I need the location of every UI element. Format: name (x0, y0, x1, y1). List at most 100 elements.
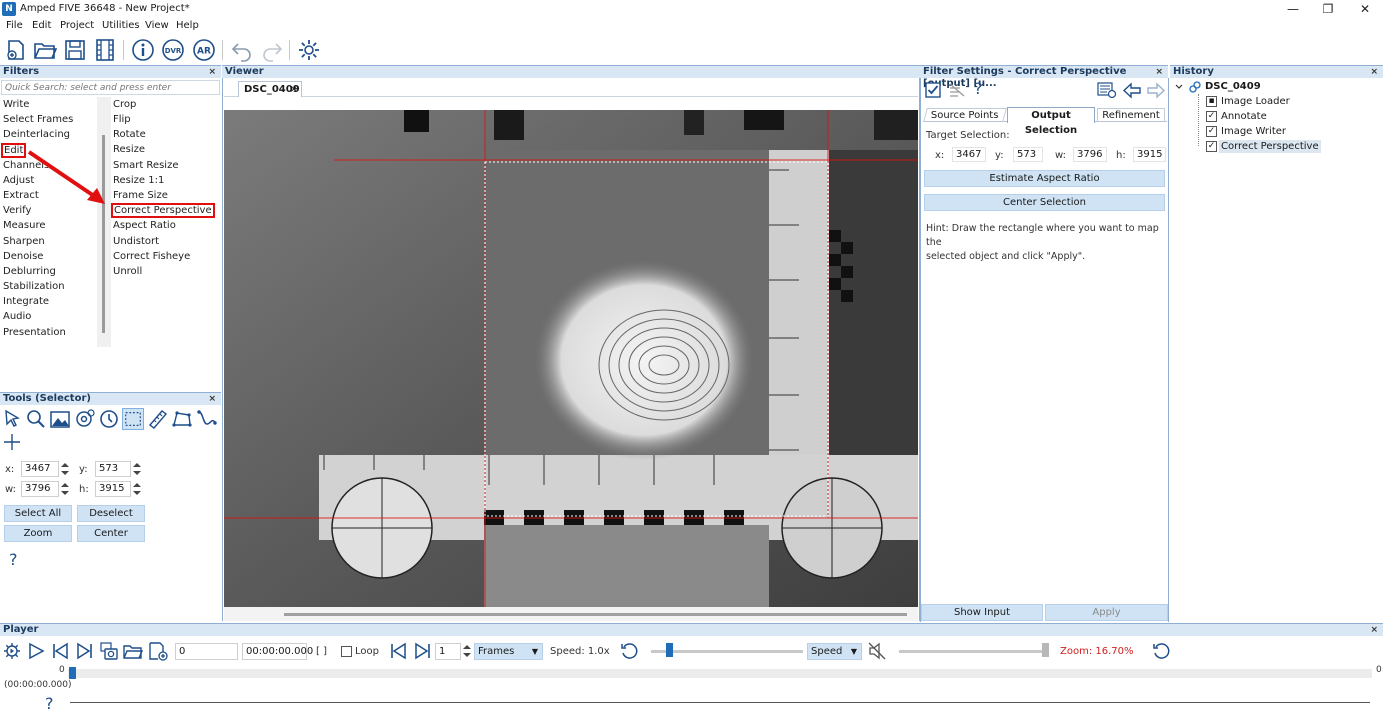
save-icon[interactable] (63, 38, 87, 62)
clock-icon[interactable] (98, 408, 120, 430)
apply-button[interactable]: Apply (1045, 604, 1168, 621)
ar-icon[interactable]: AR (192, 38, 216, 62)
zoom-button[interactable]: Zoom (4, 525, 72, 542)
menu-help[interactable]: Help (176, 20, 199, 31)
tab-output-selection[interactable]: Output Selection (1007, 107, 1095, 136)
fs-h-field[interactable]: 3915 (1133, 147, 1166, 162)
frames-select[interactable]: Frames ▼ (474, 643, 543, 660)
mark-brackets[interactable]: [ ] (316, 646, 327, 657)
history-item-annotate[interactable]: Annotate (1221, 111, 1267, 122)
frame-number-field[interactable]: 0 (175, 643, 238, 660)
player-close-icon[interactable]: × (1370, 624, 1378, 636)
category-integrate[interactable]: Integrate (3, 296, 49, 307)
tools-h-field[interactable]: 3915 (95, 481, 131, 497)
mute-icon[interactable] (867, 641, 887, 661)
filter-correct-perspective[interactable]: Correct Perspective (111, 203, 215, 218)
fs-y-field[interactable]: 573 (1013, 147, 1043, 162)
viewer-hscrollbar[interactable] (224, 607, 918, 621)
category-select-frames[interactable]: Select Frames (3, 114, 73, 125)
category-denoise[interactable]: Denoise (3, 251, 43, 262)
list-settings-icon[interactable] (1097, 82, 1117, 99)
filter-settings-help-icon[interactable]: ? (974, 79, 983, 98)
viewer-hscroll-thumb[interactable] (284, 613, 907, 616)
deselect-button[interactable]: Deselect (77, 505, 145, 522)
tools-help-icon[interactable]: ? (9, 550, 18, 569)
history-close-icon[interactable]: × (1370, 66, 1378, 78)
center-selection-button[interactable]: Center Selection (924, 194, 1165, 211)
category-write[interactable]: Write (3, 99, 29, 110)
viewer-tab-dsc0409[interactable]: DSC_0409 × (238, 81, 302, 97)
filter-aspect-ratio[interactable]: Aspect Ratio (113, 220, 176, 231)
tools-x-spinner-icon[interactable] (59, 461, 71, 477)
tab-source-points[interactable]: Source Points (923, 108, 1007, 122)
tools-h-spinner-icon[interactable] (131, 481, 143, 497)
curve-icon[interactable] (196, 408, 218, 430)
first-frame-icon[interactable] (50, 641, 70, 661)
step-size-field[interactable]: 1 (435, 643, 461, 660)
tools-close-icon[interactable]: × (208, 393, 216, 405)
history-item-image-writer[interactable]: Image Writer (1221, 126, 1286, 137)
arrow-right-icon[interactable] (1146, 82, 1166, 99)
categories-scrollbar[interactable] (97, 97, 111, 347)
filter-resize[interactable]: Resize (113, 144, 145, 155)
category-stabilization[interactable]: Stabilization (3, 281, 65, 292)
category-sharpen[interactable]: Sharpen (3, 236, 45, 247)
viewer-image[interactable] (224, 110, 918, 607)
category-measure[interactable]: Measure (3, 220, 46, 231)
zoom-icon[interactable] (25, 408, 47, 430)
speed-select[interactable]: Speed ▼ (807, 643, 862, 660)
estimate-aspect-ratio-button[interactable]: Estimate Aspect Ratio (924, 170, 1165, 187)
filter-undistort[interactable]: Undistort (113, 236, 159, 247)
time-field[interactable]: 00:00:00.000 (242, 643, 313, 660)
category-audio[interactable]: Audio (3, 311, 31, 322)
ruler-icon[interactable] (147, 408, 169, 430)
step-back-icon[interactable] (388, 641, 408, 661)
loop-checkbox[interactable] (341, 646, 352, 657)
category-deinterlacing[interactable]: Deinterlacing (3, 129, 70, 140)
film-icon[interactable] (93, 38, 117, 62)
history-item-image-loader[interactable]: Image Loader (1221, 96, 1290, 107)
polygon-icon[interactable] (171, 408, 193, 430)
speed-slider-track[interactable] (651, 650, 803, 653)
tab-refinement[interactable]: Refinement (1097, 108, 1165, 122)
settings-icon[interactable] (297, 38, 321, 62)
timeline-thumb[interactable] (69, 667, 76, 679)
undo-icon[interactable] (230, 38, 254, 62)
disable-filter-icon[interactable] (948, 82, 966, 98)
image-icon[interactable] (49, 408, 71, 430)
reset-speed-icon[interactable] (619, 641, 639, 661)
tools-w-spinner-icon[interactable] (59, 481, 71, 497)
timeline-track[interactable] (68, 669, 1372, 678)
tools-w-field[interactable]: 3796 (21, 481, 59, 497)
filter-smart-resize[interactable]: Smart Resize (113, 160, 178, 171)
rect-select-icon[interactable] (122, 408, 144, 430)
info-icon[interactable] (131, 38, 155, 62)
filters-close-icon[interactable]: × (208, 66, 216, 78)
dvr-icon[interactable]: DVR (161, 38, 185, 62)
filter-frame-size[interactable]: Frame Size (113, 190, 168, 201)
crosshair-icon[interactable] (2, 432, 22, 452)
enable-checkbox-icon[interactable] (925, 82, 941, 98)
step-forward-icon[interactable] (413, 641, 433, 661)
filter-rotate[interactable]: Rotate (113, 129, 146, 140)
volume-slider-track[interactable] (899, 650, 1049, 653)
player-help-icon[interactable]: ? (45, 694, 54, 713)
fs-w-field[interactable]: 3796 (1073, 147, 1107, 162)
category-edit[interactable]: Edit (1, 143, 27, 158)
filter-correct-fisheye[interactable]: Correct Fisheye (113, 251, 190, 262)
show-input-button[interactable]: Show Input (921, 604, 1043, 621)
category-deblurring[interactable]: Deblurring (3, 266, 56, 277)
history-root[interactable]: DSC_0409 (1205, 81, 1261, 92)
speed-slider-thumb[interactable] (666, 643, 673, 657)
filter-search-input[interactable] (1, 80, 220, 95)
filter-unroll[interactable]: Unroll (113, 266, 142, 277)
minimize-button[interactable]: — (1278, 1, 1308, 18)
snapshot-icon[interactable] (99, 641, 119, 661)
new-project-icon[interactable] (4, 38, 28, 62)
history-checkbox-correct-perspective[interactable]: ✓ (1206, 141, 1217, 152)
volume-slider-thumb[interactable] (1042, 643, 1049, 657)
play-settings-icon[interactable] (2, 641, 22, 661)
add-media-icon[interactable] (148, 641, 168, 661)
restore-button[interactable]: ❐ (1313, 1, 1343, 18)
tools-x-field[interactable]: 3467 (21, 461, 59, 477)
